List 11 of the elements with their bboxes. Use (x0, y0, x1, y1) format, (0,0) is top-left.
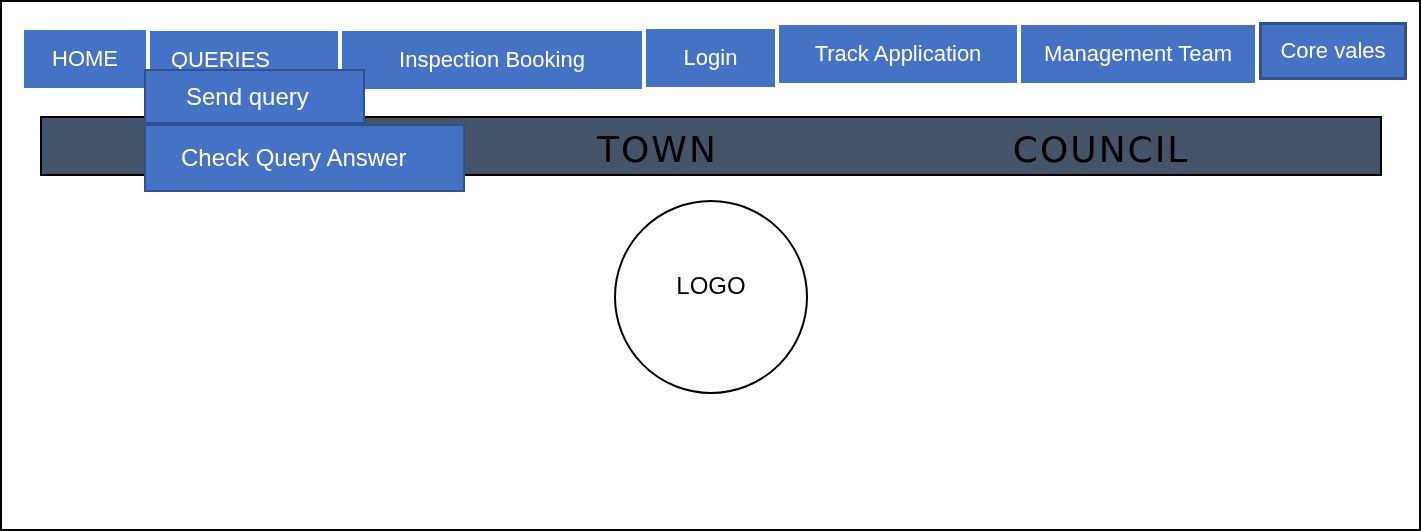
dropdown-item[interactable]: Check Query Answer (144, 124, 465, 192)
nav-button[interactable]: HOME (24, 30, 146, 88)
dropdown-item[interactable]: Send query (144, 69, 365, 124)
banner-title: TOWN (597, 127, 718, 170)
nav-button[interactable]: Core vales (1259, 22, 1407, 80)
nav-button[interactable]: Management Team (1021, 25, 1255, 83)
logo-label: LOGO (676, 272, 746, 300)
banner-title: COUNCIL (1012, 127, 1190, 170)
nav-button[interactable]: Track Application (779, 25, 1017, 83)
nav-button[interactable]: Inspection Booking (342, 31, 642, 89)
nav-button[interactable]: Login (646, 29, 775, 87)
